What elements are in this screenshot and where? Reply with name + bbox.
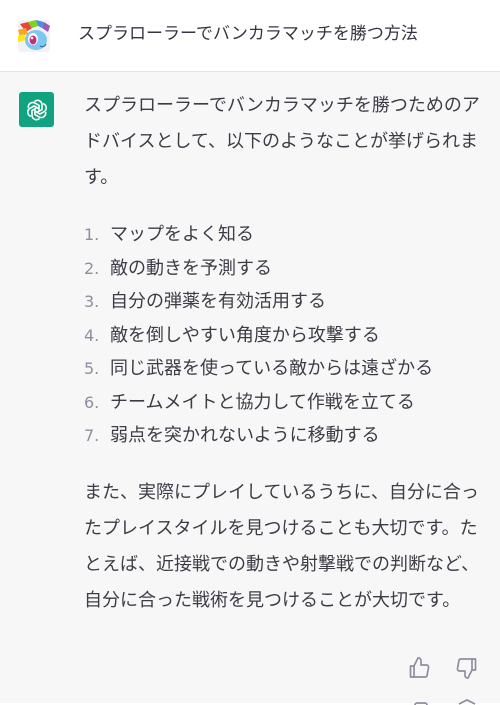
list-item-text: マップをよく知る [110, 224, 254, 245]
list-item-number: 6. [84, 392, 100, 412]
list-item: 7. 弱点を突かれないように移動する [84, 419, 484, 453]
list-item-text: 弱点を突かれないように移動する [110, 425, 380, 446]
list-item: 4. 敵を倒しやすい角度から攻撃する [84, 319, 484, 353]
list-item-number: 4. [84, 325, 100, 345]
list-item-number: 1. [84, 225, 100, 244]
list-item: 6. チームメイトと協力して作戦を立てる [84, 386, 484, 420]
list-item-text: チームメイトと協力して作戦を立てる [110, 391, 415, 413]
user-avatar [18, 20, 50, 52]
list-item-number: 7. [84, 426, 100, 445]
list-item: 2. 敵の動きを予測する [84, 252, 484, 286]
list-item: 1. マップをよく知る [84, 218, 484, 252]
list-item: 5. 同じ武器を使っている敵からは遠ざかる [84, 352, 484, 386]
list-item-text: 敵の動きを予測する [110, 257, 272, 279]
user-message-row: スプラローラーでバンカラマッチを勝つ方法 [0, 0, 500, 72]
list-item-number: 3. [84, 292, 100, 311]
list-item-text: 敵を倒しやすい角度から攻撃する [110, 324, 380, 346]
openai-logo-icon [19, 92, 54, 127]
advice-list: 1. マップをよく知る 2. 敵の動きを予測する 3. 自分の弾薬を有効活用する 4.… [84, 218, 484, 453]
regenerate-icon[interactable] [455, 697, 479, 705]
assistant-message-content: スプラローラーでバンカラマッチを勝つためのアドバイスとして、以下のようなことが挙… [84, 88, 484, 619]
thumbs-up-icon[interactable] [407, 656, 431, 680]
copy-icon[interactable] [407, 697, 431, 705]
list-item-number: 2. [84, 258, 100, 278]
assistant-outro-text: また、実際にプレイしているうちに、自分に合ったプレイスタイルを見つけることも大切… [84, 481, 480, 611]
list-item-text: 同じ武器を使っている敵からは遠ざかる [110, 358, 434, 379]
user-message-text: スプラローラーでバンカラマッチを勝つ方法 [78, 24, 418, 44]
thumbs-down-icon[interactable] [455, 656, 479, 680]
assistant-intro-text: スプラローラーでバンカラマッチを勝つためのアドバイスとして、以下のようなことが挙… [84, 95, 480, 188]
list-item-text: 自分の弾薬を有効活用する [110, 291, 326, 312]
list-item-number: 5. [84, 359, 100, 378]
assistant-message-row: スプラローラーでバンカラマッチを勝つためのアドバイスとして、以下のようなことが挙… [0, 72, 500, 705]
list-item: 3. 自分の弾薬を有効活用する [84, 285, 484, 319]
